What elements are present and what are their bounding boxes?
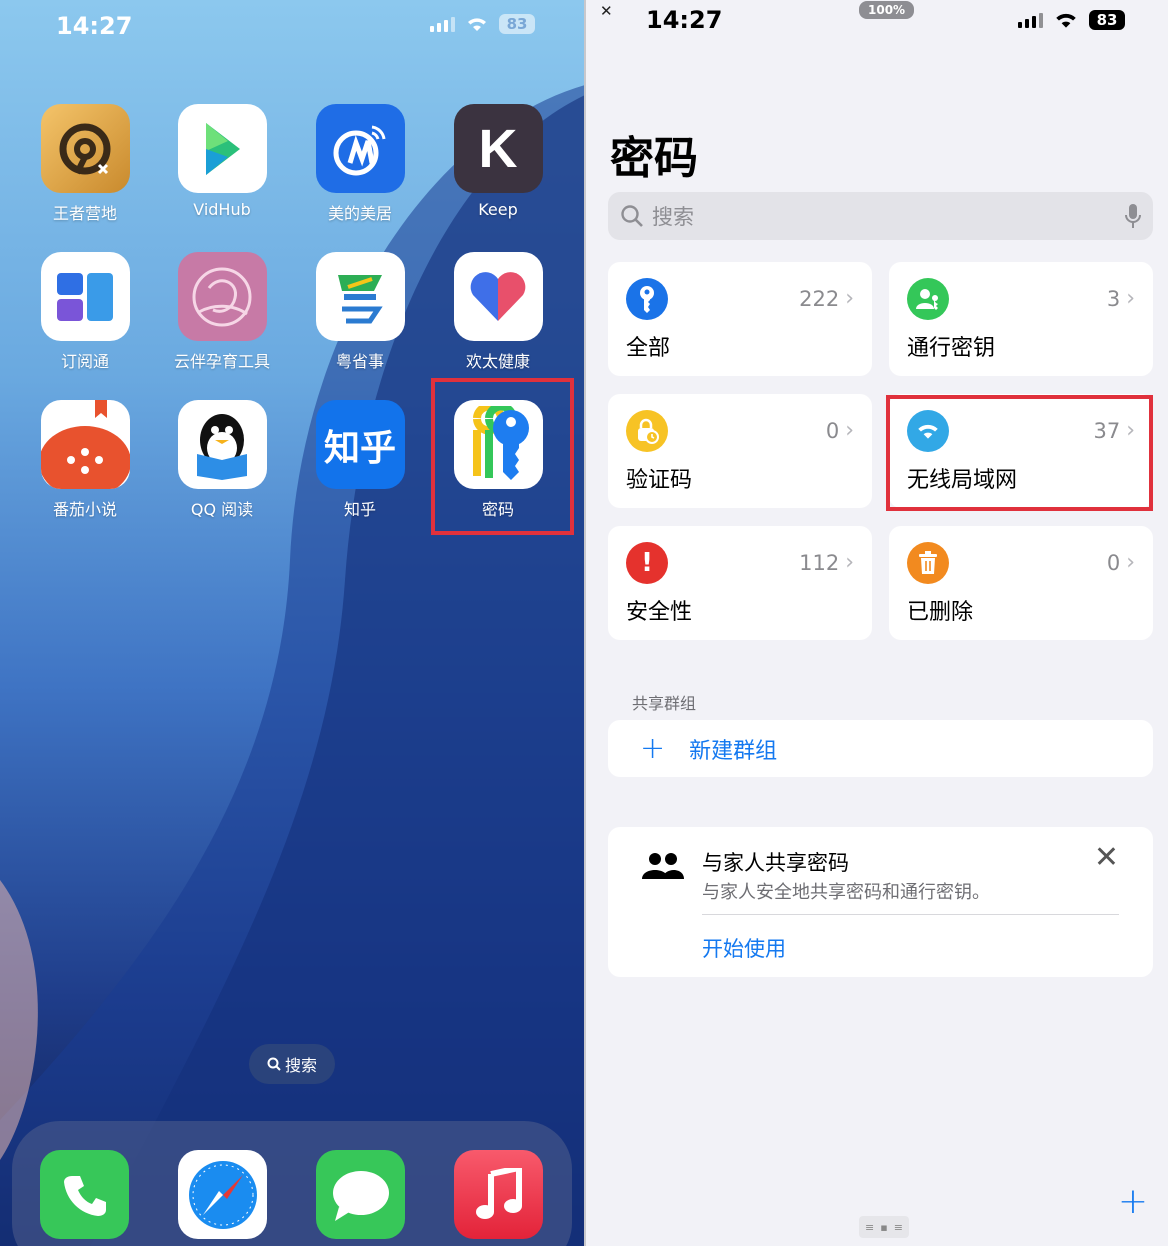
wangzhe-yingdi-icon	[40, 104, 130, 193]
category-label: 验证码	[626, 468, 693, 493]
app-zhihu[interactable]: 知乎 知乎	[300, 400, 420, 520]
passkey-person-icon	[907, 278, 949, 320]
phone-icon[interactable]	[40, 1150, 129, 1239]
category-count: 0 ›	[1106, 550, 1135, 575]
divider	[702, 914, 1119, 915]
key-icon	[626, 278, 668, 320]
category-passkeys[interactable]: 3 › 通行密钥	[889, 262, 1153, 376]
shared-groups-header: 共享群组	[632, 694, 697, 713]
subscription-icon	[40, 252, 130, 341]
category-count: 222 ›	[799, 286, 854, 311]
app-subscription[interactable]: 订阅通	[25, 252, 145, 372]
search-icon	[621, 205, 643, 227]
vidhub-icon	[177, 104, 267, 193]
home-screen: 14:27 83 王者营地 VidHub 美的美居 K Keep 订阅通 云伴孕…	[0, 0, 585, 1246]
category-label: 通行密钥	[907, 336, 996, 361]
highlight-wifi-category	[886, 395, 1153, 511]
close-icon[interactable]: ✕	[1094, 843, 1119, 873]
family-title: 与家人共享密码	[702, 851, 849, 875]
messages-icon[interactable]	[316, 1150, 405, 1239]
app-label: 美的美居	[327, 204, 392, 223]
cellular-signal-icon	[430, 16, 455, 32]
chevron-right-icon: ›	[1126, 550, 1135, 575]
zoom-badge: 100%	[859, 1, 915, 19]
category-count: 0 ›	[825, 418, 854, 443]
app-wangzhe-yingdi[interactable]: 王者营地	[25, 104, 145, 224]
app-label: 云伴孕育工具	[173, 352, 270, 371]
wifi-icon	[468, 18, 486, 31]
cellular-signal-icon	[1018, 12, 1043, 28]
chevron-right-icon: ›	[845, 286, 854, 311]
qq-reading-icon	[177, 400, 267, 489]
app-yueshengshi[interactable]: 粤省事	[300, 252, 420, 372]
wifi-icon	[1056, 13, 1076, 28]
zhihu-icon: 知乎	[315, 400, 405, 489]
window-handle[interactable]: ≡ ▪ ≡	[859, 1216, 909, 1238]
app-label: 王者营地	[52, 204, 117, 223]
status-icons: 83	[430, 14, 535, 34]
battery-indicator: 83	[1089, 10, 1125, 30]
lock-clock-icon	[626, 410, 668, 452]
app-label: VidHub	[193, 200, 251, 219]
home-search-button[interactable]: 搜索	[249, 1044, 335, 1084]
app-label: 番茄小说	[52, 500, 117, 519]
category-label: 安全性	[626, 600, 693, 625]
app-pregnancy-tool[interactable]: 云伴孕育工具	[162, 252, 282, 372]
status-time: 14:27	[646, 6, 723, 34]
category-count: 3 ›	[1106, 286, 1135, 311]
search-icon	[267, 1057, 281, 1071]
midea-icon	[315, 104, 405, 193]
app-keep[interactable]: K Keep	[438, 104, 558, 219]
yueshengshi-icon	[315, 252, 405, 341]
family-sharing-card: 与家人共享密码 与家人安全地共享密码和通行密钥。 ✕ 开始使用	[608, 827, 1153, 977]
status-icons: 83	[1018, 10, 1125, 30]
page-title: 密码	[610, 133, 698, 184]
get-started-link[interactable]: 开始使用	[702, 933, 786, 963]
category-security[interactable]: ! 112 › 安全性	[608, 526, 872, 640]
chevron-right-icon: ›	[845, 550, 854, 575]
keep-icon: K	[453, 104, 543, 193]
category-count: 112 ›	[799, 550, 854, 575]
chevron-right-icon: ›	[1126, 286, 1135, 311]
app-label: QQ 阅读	[190, 500, 254, 519]
chevron-right-icon: ›	[845, 418, 854, 443]
category-label: 已删除	[907, 600, 974, 625]
new-group-label: 新建群组	[689, 738, 778, 764]
heytap-health-icon	[453, 252, 543, 341]
app-label: 订阅通	[60, 352, 109, 371]
app-label: 欢太健康	[465, 352, 530, 371]
close-window-icon[interactable]: ✕	[600, 2, 613, 20]
add-password-button[interactable]: +	[1118, 1184, 1148, 1220]
family-subtitle: 与家人安全地共享密码和通行密钥。	[702, 882, 990, 903]
app-label: Keep	[478, 200, 518, 219]
highlight-passwords-app	[431, 378, 574, 535]
app-fanqie-novel[interactable]: 番茄小说	[25, 400, 145, 520]
passwords-app: ✕ 14:27 100% 83 密码 搜索 222 › 全部 3 › 通行密钥 0 ›…	[586, 0, 1168, 1246]
pregnancy-tool-icon	[177, 252, 267, 341]
app-heytap-health[interactable]: 欢太健康	[438, 252, 558, 372]
search-label: 搜索	[284, 1056, 317, 1075]
app-label: 粤省事	[335, 352, 384, 371]
app-vidhub[interactable]: VidHub	[162, 104, 282, 219]
safari-icon[interactable]	[178, 1150, 267, 1239]
category-label: 全部	[626, 336, 671, 361]
status-time: 14:27	[56, 12, 133, 40]
exclamation-icon: !	[626, 542, 668, 584]
app-midea[interactable]: 美的美居	[300, 104, 420, 224]
new-group-button[interactable]: + 新建群组	[608, 720, 1153, 777]
battery-indicator: 83	[499, 14, 535, 34]
people-icon	[642, 853, 684, 879]
trash-icon	[907, 542, 949, 584]
plus-icon: +	[640, 730, 666, 766]
fanqie-novel-icon	[40, 400, 130, 489]
app-qq-reading[interactable]: QQ 阅读	[162, 400, 282, 520]
search-placeholder: 搜索	[652, 205, 694, 229]
app-label: 知乎	[343, 500, 376, 519]
category-deleted[interactable]: 0 › 已删除	[889, 526, 1153, 640]
music-icon[interactable]	[454, 1150, 543, 1239]
search-field[interactable]: 搜索	[608, 192, 1153, 240]
category-verification-codes[interactable]: 0 › 验证码	[608, 394, 872, 508]
microphone-icon[interactable]	[1125, 203, 1141, 229]
category-all[interactable]: 222 › 全部	[608, 262, 872, 376]
